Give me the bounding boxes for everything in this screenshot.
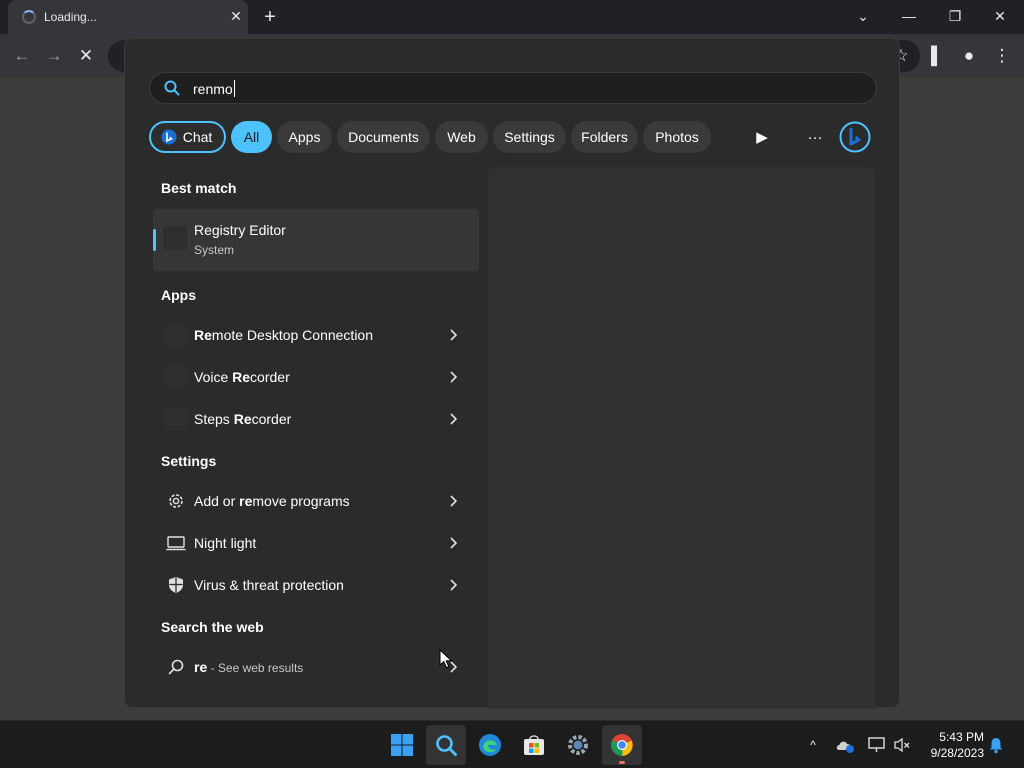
voice-recorder-icon <box>165 366 187 388</box>
shield-icon <box>169 577 183 593</box>
chevron-right-icon[interactable] <box>447 576 461 594</box>
chip-settings[interactable]: Settings <box>493 121 566 153</box>
taskbar-search-button[interactable] <box>426 725 466 765</box>
close-window-button[interactable]: ✕ <box>986 3 1014 29</box>
taskbar-settings-button[interactable] <box>558 725 598 765</box>
selection-indicator <box>153 229 156 251</box>
start-icon <box>391 734 413 756</box>
chip-documents[interactable]: Documents <box>337 121 430 153</box>
tab-title: Loading... <box>44 10 97 24</box>
chip-photos[interactable]: Photos <box>643 121 711 153</box>
chevron-right-icon[interactable] <box>447 326 461 344</box>
chip-chat-label: Chat <box>182 129 213 145</box>
new-tab-button[interactable]: + <box>258 5 282 29</box>
clock-date: 9/28/2023 <box>930 746 984 760</box>
taskbar-chrome-button[interactable] <box>602 725 642 765</box>
web-result-label: re - See web results <box>194 659 304 675</box>
taskbar-store-button[interactable] <box>514 725 554 765</box>
best-match-heading: Best match <box>161 180 237 196</box>
setting-label: Add or remove programs <box>194 493 350 509</box>
setting-add-remove-programs[interactable]: Add or remove programs <box>153 480 469 522</box>
search-input[interactable]: renmo <box>193 81 233 97</box>
start-button[interactable] <box>382 725 422 765</box>
store-icon <box>524 735 544 755</box>
app-steps-recorder[interactable]: Steps Recorder <box>153 398 469 440</box>
preview-pane <box>488 167 875 709</box>
clock-time: 5:43 PM <box>939 730 984 744</box>
search-icon <box>164 80 180 96</box>
app-label: Remote Desktop Connection <box>194 327 373 343</box>
taskbar: ^ 5:43 PM 9/28/2023 <box>0 720 1024 768</box>
best-match-registry-editor[interactable]: Registry Editor System <box>153 209 479 271</box>
clock[interactable]: 5:43 PM 9/28/2023 <box>918 729 984 761</box>
notification-bell-icon[interactable] <box>987 736 1005 754</box>
taskbar-edge-button[interactable] <box>470 725 510 765</box>
web-result-row[interactable]: re - See web results <box>153 646 469 688</box>
side-panel-button[interactable]: ▌ <box>924 43 950 69</box>
app-label: Voice Recorder <box>194 369 290 385</box>
chip-folders[interactable]: Folders <box>571 121 638 153</box>
chevron-right-icon[interactable] <box>447 368 461 386</box>
app-label: Steps Recorder <box>194 411 292 427</box>
app-remote-desktop-connection[interactable]: Remote Desktop Connection <box>153 314 469 356</box>
monitor-icon <box>166 536 186 551</box>
mouse-pointer-icon <box>439 649 453 669</box>
bing-icon[interactable] <box>839 121 871 153</box>
onedrive-icon[interactable] <box>835 736 855 754</box>
chevron-right-icon[interactable] <box>447 534 461 552</box>
steps-recorder-icon <box>165 408 187 430</box>
restore-button[interactable]: ❐ <box>941 3 969 29</box>
tray-overflow-chevron-icon[interactable]: ^ <box>803 735 823 755</box>
apps-heading: Apps <box>161 287 196 303</box>
chip-apps[interactable]: Apps <box>277 121 332 153</box>
tab-search-button[interactable]: ⌄ <box>849 3 877 29</box>
forward-button[interactable]: → <box>41 43 67 69</box>
running-indicator <box>619 761 625 764</box>
tab-strip: Loading... ✕ + ⌄ — ❐ ✕ <box>0 0 1024 34</box>
gear-icon <box>169 494 183 508</box>
remote-desktop-icon <box>165 324 187 346</box>
chrome-icon <box>611 734 633 756</box>
profile-avatar[interactable]: ● <box>956 43 982 69</box>
search-web-heading: Search the web <box>161 619 264 635</box>
search-icon <box>168 659 184 675</box>
edge-icon <box>479 734 501 756</box>
registry-editor-icon <box>163 226 187 250</box>
app-voice-recorder[interactable]: Voice Recorder <box>153 356 469 398</box>
settings-heading: Settings <box>161 453 217 469</box>
setting-label: Virus & threat protection <box>194 577 344 593</box>
settings-icon <box>568 735 588 755</box>
text-caret <box>234 80 235 97</box>
back-button[interactable]: ← <box>9 43 35 69</box>
search-icon <box>436 735 457 756</box>
windows-search-panel: renmo Chat All Apps Documents Web Settin… <box>124 38 900 709</box>
volume-muted-icon[interactable] <box>893 736 911 754</box>
chevron-right-icon[interactable] <box>447 492 461 510</box>
minimize-button[interactable]: — <box>895 3 923 29</box>
setting-label: Night light <box>194 535 257 551</box>
loading-spinner-icon <box>22 10 36 24</box>
network-icon[interactable] <box>867 736 887 754</box>
play-more-filters-icon[interactable]: ▶ <box>751 127 773 149</box>
more-options-icon[interactable]: ··· <box>804 127 826 149</box>
stop-loading-button[interactable]: ✕ <box>73 43 99 69</box>
setting-virus-threat-protection[interactable]: Virus & threat protection <box>153 564 469 606</box>
bing-chat-icon <box>161 129 177 145</box>
chip-web[interactable]: Web <box>435 121 488 153</box>
tab-close-button[interactable]: ✕ <box>226 6 246 26</box>
browser-tab[interactable]: Loading... ✕ <box>8 0 248 34</box>
best-match-subtitle: System <box>194 243 235 257</box>
browser-menu-button[interactable]: ⋮ <box>989 43 1015 69</box>
setting-night-light[interactable]: Night light <box>153 522 469 564</box>
chip-all[interactable]: All <box>231 121 272 153</box>
search-box[interactable]: renmo <box>149 72 877 104</box>
best-match-title: Registry Editor <box>194 222 286 238</box>
chip-chat[interactable]: Chat <box>149 121 226 153</box>
chevron-right-icon[interactable] <box>447 410 461 428</box>
